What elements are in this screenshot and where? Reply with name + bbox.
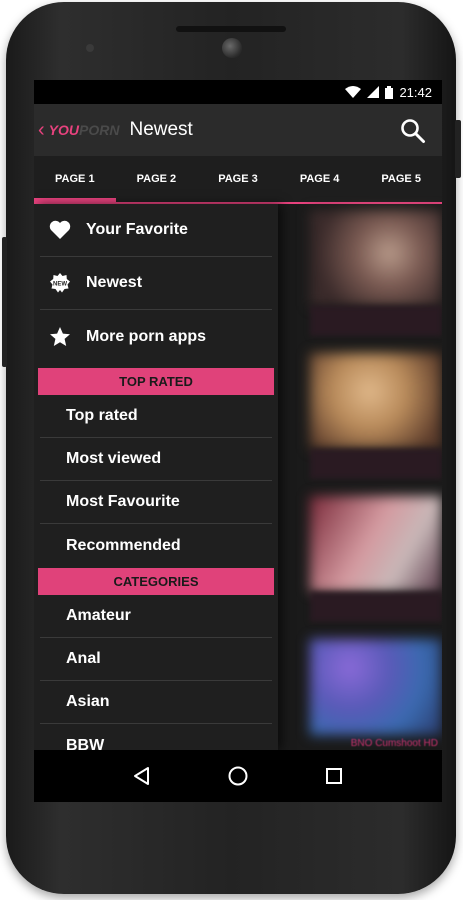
wifi-icon (345, 86, 362, 98)
drawer-item-top-rated[interactable]: Top rated (40, 395, 272, 438)
page-tabs: PAGE 1 PAGE 2 PAGE 3 PAGE 4 PAGE 5 (34, 156, 442, 204)
heart-icon (48, 218, 72, 242)
proximity-sensor (86, 44, 94, 52)
tab-page-3[interactable]: PAGE 3 (197, 156, 279, 202)
app-logo[interactable]: YOUPORN (49, 122, 120, 138)
drawer-item-newest[interactable]: NEW Newest (40, 257, 272, 310)
screen: 21:42 ‹ YOUPORN Newest PAGE 1 PAGE 2 PAG… (34, 80, 442, 802)
video-caption (310, 592, 442, 622)
app-bar: ‹ YOUPORN Newest (34, 104, 442, 156)
drawer-item-label: Top rated (66, 407, 138, 424)
back-arrow-icon[interactable]: ‹ (38, 120, 45, 140)
drawer-item-label: Recommended (66, 536, 181, 554)
power-button (455, 120, 461, 178)
earpiece-speaker (176, 26, 286, 32)
signal-icon (367, 86, 380, 98)
drawer-item-label: Amateur (66, 607, 131, 624)
front-camera (222, 38, 242, 58)
logo-porn-text: PORN (79, 122, 120, 138)
search-icon[interactable] (400, 118, 426, 149)
page-title: Newest (129, 119, 193, 140)
tab-label: PAGE 4 (299, 173, 340, 185)
drawer-item-asian[interactable]: Asian (40, 681, 272, 724)
video-thumbnail[interactable] (310, 639, 442, 735)
recents-square-icon[interactable] (314, 756, 354, 796)
drawer-item-most-viewed[interactable]: Most viewed (40, 438, 272, 481)
section-header-categories: CATEGORIES (38, 568, 274, 595)
tab-label: PAGE 3 (218, 173, 258, 185)
drawer-item-label: Most Favourite (66, 493, 180, 510)
drawer-item-anal[interactable]: Anal (40, 638, 272, 681)
drawer-item-label: BBW (66, 736, 105, 751)
tab-label: PAGE 1 (55, 173, 95, 185)
drawer-item-label: Asian (66, 693, 110, 710)
drawer-item-bbw[interactable]: BBW (40, 724, 272, 751)
video-thumbnail[interactable] (310, 353, 442, 449)
drawer-item-most-favourite[interactable]: Most Favourite (40, 481, 272, 524)
video-thumbnail[interactable] (310, 496, 442, 592)
volume-button (2, 237, 7, 367)
back-triangle-icon[interactable] (122, 756, 162, 796)
video-caption (310, 449, 442, 479)
phone-frame: 21:42 ‹ YOUPORN Newest PAGE 1 PAGE 2 PAG… (2, 2, 461, 894)
star-icon (48, 325, 72, 349)
drawer-item-your-favorite[interactable]: Your Favorite (40, 204, 272, 257)
thumbnail-column: BNO Cumshoot HD (310, 210, 442, 750)
tab-page-2[interactable]: PAGE 2 (116, 156, 198, 202)
drawer-item-label: More porn apps (86, 327, 207, 345)
navigation-drawer: Your Favorite NEW Newest More porn apps … (34, 204, 278, 750)
drawer-item-label: Most viewed (66, 450, 162, 467)
drawer-item-label: Anal (66, 650, 101, 667)
video-thumbnail[interactable] (310, 210, 442, 306)
tab-page-4[interactable]: PAGE 4 (279, 156, 361, 202)
status-time: 21:42 (399, 84, 432, 100)
drawer-item-amateur[interactable]: Amateur (40, 595, 272, 638)
new-badge-icon: NEW (48, 271, 72, 295)
svg-text:NEW: NEW (53, 282, 67, 288)
tab-page-1[interactable]: PAGE 1 (34, 156, 116, 202)
system-nav-bar (34, 750, 442, 802)
tab-label: PAGE 5 (381, 173, 421, 185)
home-circle-icon[interactable] (218, 756, 258, 796)
drawer-item-label: Your Favorite (86, 221, 188, 238)
tab-page-5[interactable]: PAGE 5 (360, 156, 442, 202)
status-bar: 21:42 (34, 80, 442, 104)
battery-icon (385, 85, 394, 99)
section-header-top-rated: TOP RATED (38, 368, 274, 395)
drawer-item-more-apps[interactable]: More porn apps (40, 310, 272, 363)
drawer-item-recommended[interactable]: Recommended (40, 524, 272, 567)
tab-label: PAGE 2 (136, 173, 177, 185)
video-title: BNO Cumshoot HD (350, 738, 438, 749)
logo-you-text: YOU (48, 122, 80, 138)
video-caption (310, 306, 442, 336)
drawer-item-label: Newest (86, 274, 143, 291)
